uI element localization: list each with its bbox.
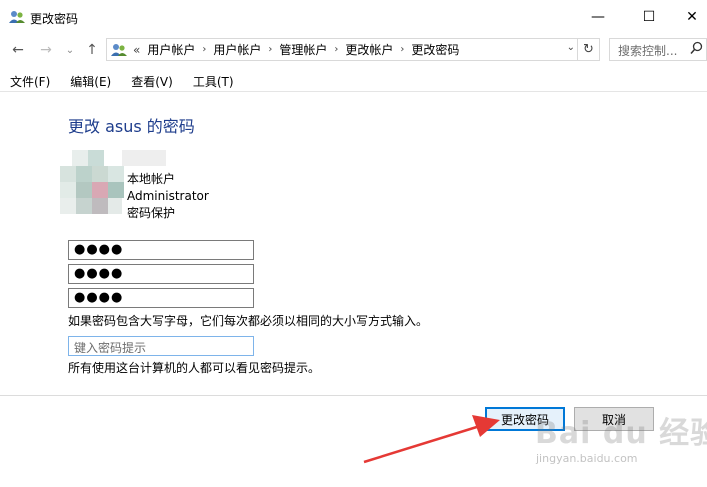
back-arrow-icon: ← — [12, 42, 24, 58]
chevron-right-icon[interactable]: › — [268, 44, 272, 55]
baidu-watermark-url: jingyan.baidu.com — [536, 452, 638, 465]
new-password-field[interactable]: ●●●● — [68, 264, 254, 284]
confirm-password-field[interactable]: ●●●● — [68, 288, 254, 308]
recent-locations-button[interactable]: ⌄ — [60, 40, 80, 60]
forward-button[interactable]: → — [36, 40, 56, 60]
minimize-button[interactable]: — — [575, 0, 621, 34]
chevron-right-icon[interactable]: › — [334, 44, 338, 55]
account-type: 本地帐户 — [127, 172, 176, 186]
menu-view[interactable]: 查看(V) — [121, 70, 183, 91]
search-placeholder: 搜索控制... — [618, 44, 678, 58]
chevron-right-icon[interactable]: › — [202, 44, 206, 55]
menu-file[interactable]: 文件(F) — [0, 70, 60, 91]
back-button[interactable]: ← — [8, 40, 28, 60]
user-accounts-icon — [111, 43, 127, 56]
refresh-button[interactable]: ↻ — [578, 38, 600, 61]
title-bar: 更改密码 — ☐ ✕ — [0, 0, 707, 34]
up-arrow-icon: ↑ — [86, 42, 98, 58]
forward-arrow-icon: → — [40, 42, 52, 58]
maximize-button[interactable]: ☐ — [626, 0, 672, 34]
breadcrumb-user-accounts-2[interactable]: 用户帐户 — [213, 41, 261, 58]
chevron-down-icon: ⌄ — [65, 44, 75, 56]
breadcrumb-user-accounts-1[interactable]: 用户帐户 — [147, 41, 195, 58]
close-icon: ✕ — [686, 9, 698, 25]
hint-visibility-note: 所有使用这台计算机的人都可以看见密码提示。 — [68, 361, 321, 375]
account-info: 本地帐户 Administrator 密码保护 — [127, 171, 209, 222]
refresh-icon: ↻ — [583, 42, 594, 57]
menu-edit[interactable]: 编辑(E) — [60, 70, 121, 91]
account-role: Administrator — [127, 189, 209, 203]
search-icon[interactable] — [690, 41, 703, 55]
baidu-watermark-logo: Bai du 经验 — [535, 416, 707, 451]
address-dropdown-icon[interactable]: ⌄ — [567, 42, 575, 53]
chevron-right-icon[interactable]: › — [400, 44, 404, 55]
minimize-icon: — — [591, 9, 605, 25]
maximize-icon: ☐ — [642, 9, 656, 25]
overflow-icon[interactable]: « — [133, 43, 140, 57]
account-protection: 密码保护 — [127, 206, 176, 220]
breadcrumb-manage-accounts[interactable]: 管理帐户 — [279, 41, 327, 58]
breadcrumb-change-account[interactable]: 更改帐户 — [345, 41, 393, 58]
user-accounts-icon — [9, 11, 25, 23]
password-hint-input[interactable]: 键入密码提示 — [68, 336, 254, 356]
menu-tools[interactable]: 工具(T) — [183, 70, 244, 91]
footer-divider — [0, 395, 707, 396]
menu-bar: 文件(F) 编辑(E) 查看(V) 工具(T) — [0, 70, 707, 92]
up-button[interactable]: ↑ — [82, 40, 102, 60]
window-title: 更改密码 — [30, 12, 79, 26]
current-password-field[interactable]: ●●●● — [68, 240, 254, 260]
case-sensitivity-note: 如果密码包含大写字母，它们每次都必须以相同的大小写方式输入。 — [68, 314, 429, 328]
page-title: 更改 asus 的密码 — [68, 117, 195, 136]
breadcrumb-change-password[interactable]: 更改密码 — [411, 41, 459, 58]
address-bar[interactable]: « 用户帐户 › 用户帐户 › 管理帐户 › 更改帐户 › 更改密码 ⌄ — [106, 38, 578, 61]
close-button[interactable]: ✕ — [669, 0, 707, 34]
